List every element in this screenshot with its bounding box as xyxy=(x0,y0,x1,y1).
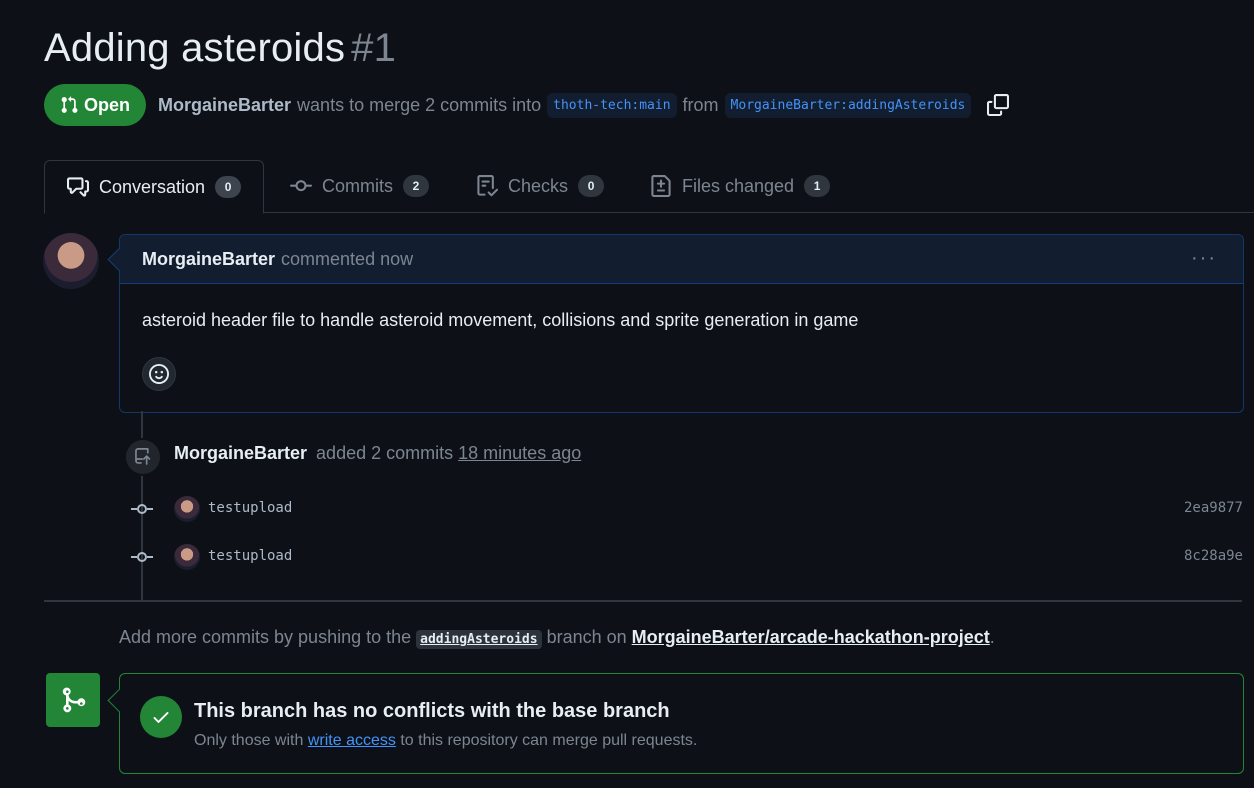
tab-commits-label: Commits xyxy=(322,175,393,196)
tab-conversation-label: Conversation xyxy=(99,176,206,197)
hint-suffix: . xyxy=(989,627,995,647)
check-circle-icon xyxy=(140,696,182,738)
tab-checks[interactable]: Checks 0 xyxy=(476,160,605,212)
commit-author-avatar[interactable] xyxy=(174,544,200,570)
comment-box: MorgaineBarter commented now ··· asteroi… xyxy=(107,234,1244,413)
checklist-icon xyxy=(477,175,498,197)
git-commit-icon xyxy=(131,504,153,514)
pr-number: #1 xyxy=(351,26,397,70)
pr-tabs: Conversation 0 Commits 2 Checks 0 Files … xyxy=(44,160,1254,214)
tab-conversation[interactable]: Conversation 0 xyxy=(44,160,265,214)
commit-message-link[interactable]: testupload xyxy=(208,500,292,516)
pr-meta: Open MorgaineBarter wants to merge 2 com… xyxy=(44,84,1010,126)
pr-title-text: Adding asteroids xyxy=(44,26,346,70)
write-access-link[interactable]: write access xyxy=(308,732,396,749)
commit-sha-link[interactable]: 2ea9877 xyxy=(1184,500,1243,516)
comment-action: commented now xyxy=(281,248,414,269)
hint-repo-link[interactable]: MorgaineBarter/arcade-hackathon-project xyxy=(632,627,990,647)
repo-push-icon xyxy=(135,448,151,465)
check-icon xyxy=(153,712,169,723)
timeline-divider xyxy=(44,600,1242,602)
merge-status-box: This branch has no conflicts with the ba… xyxy=(107,673,1244,774)
comment-menu-button[interactable]: ··· xyxy=(1191,247,1217,270)
event-author-link[interactable]: MorgaineBarter xyxy=(174,443,307,463)
tab-conversation-count: 0 xyxy=(215,176,242,198)
base-branch-link[interactable]: thoth-tech:main xyxy=(547,92,677,118)
copy-branch-button[interactable] xyxy=(987,94,1010,116)
tab-checks-count: 0 xyxy=(578,175,605,197)
comment-header: MorgaineBarter commented now ··· xyxy=(120,235,1243,284)
tab-files-changed-count: 1 xyxy=(804,175,831,197)
pr-merge-text: wants to merge 2 commits into xyxy=(297,94,542,115)
commit-author-avatar[interactable] xyxy=(174,496,200,522)
copy-icon xyxy=(987,94,1010,116)
pr-state-label: Open xyxy=(84,94,131,115)
tab-files-changed-label: Files changed xyxy=(682,175,795,196)
tab-files-changed[interactable]: Files changed 1 xyxy=(650,160,831,212)
commit-sha-link[interactable]: 8c28a9e xyxy=(1184,548,1243,564)
comment-author-link[interactable]: MorgaineBarter xyxy=(142,249,275,270)
comment-discussion-icon xyxy=(67,177,89,197)
file-diff-icon xyxy=(651,175,671,197)
tab-commits[interactable]: Commits 2 xyxy=(290,160,429,212)
commit-message-link[interactable]: testupload xyxy=(208,548,292,564)
commit-row: testupload 8c28a9e xyxy=(119,542,1243,572)
merge-sub-prefix: Only those with xyxy=(194,732,304,749)
git-commit-icon xyxy=(290,180,312,192)
comment-body: asteroid header file to handle asteroid … xyxy=(142,310,859,330)
git-commit-icon xyxy=(131,552,153,562)
merge-status-title: This branch has no conflicts with the ba… xyxy=(194,700,670,722)
add-reaction-button[interactable] xyxy=(142,357,176,391)
smiley-icon xyxy=(149,364,169,384)
merge-status-icon-box xyxy=(46,673,100,727)
pr-author-link[interactable]: MorgaineBarter xyxy=(158,95,291,116)
hint-branch-link[interactable]: addingAsteroids xyxy=(416,630,542,649)
merge-status-subtitle: Only those with write access to this rep… xyxy=(194,732,697,750)
merge-box-caret xyxy=(107,688,132,713)
event-action: added 2 commits xyxy=(316,443,454,463)
author-avatar[interactable] xyxy=(43,233,99,289)
pr-from-text: from xyxy=(682,94,719,115)
pr-title: Adding asteroids #1 xyxy=(44,26,396,71)
git-pull-request-icon xyxy=(61,96,78,113)
tab-commits-count: 2 xyxy=(403,175,429,197)
commit-row: testupload 2ea9877 xyxy=(119,494,1243,524)
head-branch-link[interactable]: MorgaineBarter:addingAsteroids xyxy=(724,92,972,118)
merge-sub-suffix: to this repository can merge pull reques… xyxy=(400,732,698,749)
event-time-link[interactable]: 18 minutes ago xyxy=(458,443,581,463)
tab-checks-label: Checks xyxy=(508,175,569,196)
pr-state-badge: Open xyxy=(44,84,147,126)
push-hint: Add more commits by pushing to the addin… xyxy=(119,627,995,649)
repo-push-event-icon xyxy=(124,438,162,476)
hint-middle: branch on xyxy=(546,627,627,647)
git-merge-icon xyxy=(62,687,86,713)
hint-prefix: Add more commits by pushing to the xyxy=(119,627,412,647)
commits-added-event: MorgaineBarter added 2 commits 18 minute… xyxy=(174,443,581,464)
